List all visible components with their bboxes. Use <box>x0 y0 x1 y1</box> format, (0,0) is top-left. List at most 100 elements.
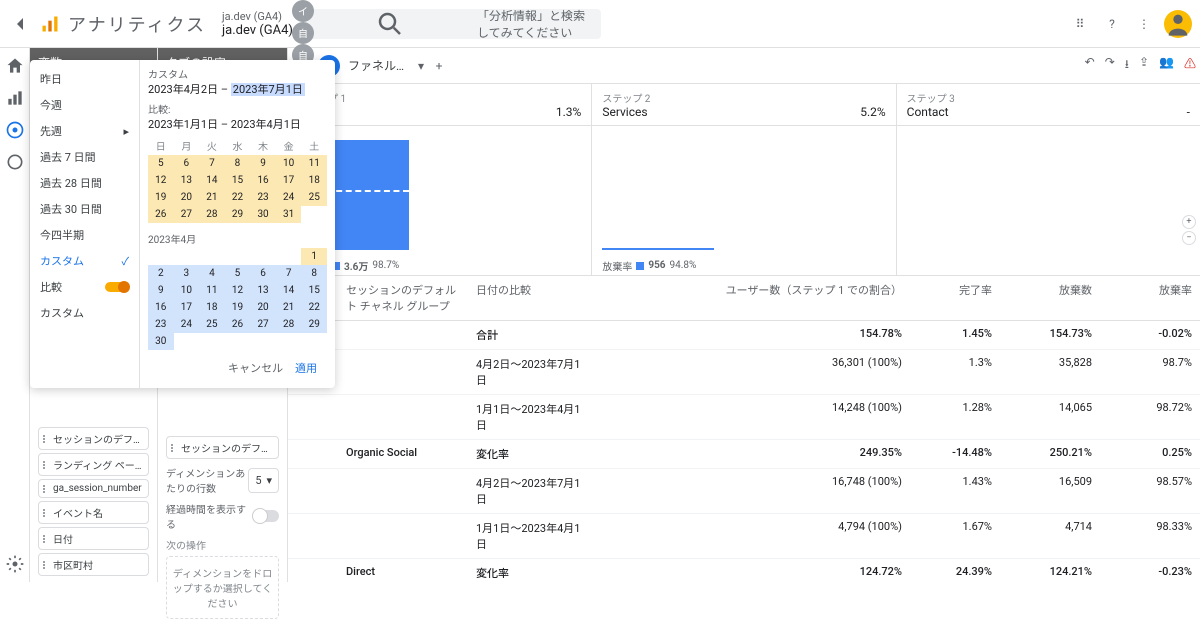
calendar-day[interactable]: 30 <box>148 333 174 350</box>
calendar-day[interactable]: 15 <box>301 282 327 299</box>
calendar-day[interactable]: 27 <box>174 206 200 223</box>
search-input[interactable]: 「分析情報」と検索してみてください <box>301 9 601 39</box>
elapsed-toggle[interactable] <box>254 510 279 522</box>
audience-icon[interactable]: 👥 <box>1159 55 1174 76</box>
calendar-day[interactable]: 11 <box>301 155 327 172</box>
calendar-day[interactable]: 8 <box>301 265 327 282</box>
share-icon[interactable]: ⇪ <box>1139 55 1149 76</box>
calendar-day[interactable]: 5 <box>148 155 174 172</box>
calendar-day[interactable]: 13 <box>250 282 276 299</box>
calendar-day[interactable]: 6 <box>250 265 276 282</box>
calendar-day[interactable]: 20 <box>250 299 276 316</box>
date-preset[interactable]: カスタム <box>30 300 139 326</box>
calendar-day[interactable]: 8 <box>225 155 251 172</box>
avatar[interactable] <box>1164 10 1192 38</box>
calendar-day[interactable]: 9 <box>148 282 174 299</box>
segment-chip[interactable]: セッションのデフ… <box>166 436 279 459</box>
dimension-chip[interactable]: ランディング ペー… <box>38 453 149 476</box>
date-preset[interactable]: 先週▸ <box>30 118 139 144</box>
apply-button[interactable]: 適用 <box>295 360 317 376</box>
calendar-day[interactable]: 6 <box>174 155 200 172</box>
calendar-day[interactable]: 28 <box>199 206 225 223</box>
dimension-chip[interactable]: 市区町村 <box>38 553 149 576</box>
dimension-chip[interactable]: ga_session_number <box>38 479 149 498</box>
calendar-day[interactable]: 14 <box>276 282 302 299</box>
calendar-day[interactable]: 20 <box>174 189 200 206</box>
calendar-day[interactable]: 2 <box>148 265 174 282</box>
calendar-day[interactable]: 26 <box>225 316 251 333</box>
calendar-day[interactable]: 28 <box>276 316 302 333</box>
calendar-day[interactable]: 5 <box>225 265 251 282</box>
more-icon[interactable]: ⋮ <box>1132 12 1156 36</box>
property-selector[interactable]: ja.dev (GA4) ja.dev (GA4) <box>222 10 293 38</box>
calendar-day[interactable]: 24 <box>174 316 200 333</box>
calendar-day[interactable]: 15 <box>225 172 251 189</box>
calendar-day[interactable]: 1 <box>301 248 327 265</box>
calendar-day[interactable]: 21 <box>276 299 302 316</box>
calendar-day[interactable]: 9 <box>250 155 276 172</box>
dimension-chip[interactable]: 日付 <box>38 527 149 550</box>
calendar-day[interactable]: 7 <box>199 155 225 172</box>
date-preset[interactable]: カスタム✓ <box>30 248 139 274</box>
date-preset[interactable]: 過去 30 日間 <box>30 196 139 222</box>
calendar-day[interactable]: 19 <box>225 299 251 316</box>
calendar-day[interactable]: 22 <box>225 189 251 206</box>
redo-icon[interactable]: ↷ <box>1105 55 1115 76</box>
calendar-day[interactable]: 16 <box>148 299 174 316</box>
apps-icon[interactable]: ⠿ <box>1068 12 1092 36</box>
tab-button[interactable]: イ <box>292 0 314 22</box>
calendar-day[interactable]: 10 <box>276 155 302 172</box>
dimension-chip[interactable]: セッションのデフ… <box>38 427 149 450</box>
calendar-day[interactable]: 16 <box>250 172 276 189</box>
calendar-day[interactable]: 13 <box>174 172 200 189</box>
calendar-day[interactable]: 18 <box>199 299 225 316</box>
calendar-day[interactable]: 31 <box>276 206 302 223</box>
calendar-day[interactable]: 7 <box>276 265 302 282</box>
download-icon[interactable]: ⭳ <box>1125 55 1129 76</box>
add-tab-button[interactable]: + <box>428 55 450 77</box>
calendar-day[interactable]: 26 <box>148 206 174 223</box>
date-preset[interactable]: 過去 28 日間 <box>30 170 139 196</box>
calendar-day[interactable]: 14 <box>199 172 225 189</box>
calendar-day[interactable]: 12 <box>225 282 251 299</box>
calendar-day[interactable]: 10 <box>174 282 200 299</box>
nav-explore-icon[interactable] <box>5 120 25 140</box>
calendar-day[interactable]: 11 <box>199 282 225 299</box>
back-icon[interactable] <box>8 12 32 36</box>
cancel-button[interactable]: キャンセル <box>228 360 283 376</box>
calendar-day[interactable]: 3 <box>174 265 200 282</box>
date-preset[interactable]: 今四半期 <box>30 222 139 248</box>
calendar-day[interactable]: 25 <box>301 189 327 206</box>
nav-reports-icon[interactable] <box>5 88 25 108</box>
compare-toggle[interactable]: 比較 <box>30 274 139 300</box>
calendar-day[interactable]: 24 <box>276 189 302 206</box>
zoom-out-icon[interactable]: − <box>1182 231 1196 245</box>
nav-home-icon[interactable] <box>5 56 25 76</box>
calendar-day[interactable]: 17 <box>276 172 302 189</box>
calendar-day[interactable]: 25 <box>199 316 225 333</box>
calendar-day[interactable]: 18 <box>301 172 327 189</box>
warning-icon[interactable]: ⚠ <box>1184 55 1196 76</box>
dimension-chip[interactable]: イベント名 <box>38 501 149 524</box>
date-preset[interactable]: 今週 <box>30 92 139 118</box>
help-icon[interactable]: ? <box>1100 12 1124 36</box>
tab-menu-icon[interactable]: ▾ <box>418 59 424 73</box>
calendar-day[interactable]: 30 <box>250 206 276 223</box>
calendar-day[interactable]: 23 <box>148 316 174 333</box>
calendar-day[interactable]: 4 <box>199 265 225 282</box>
dimension-dropzone[interactable]: ディメンションをドロップするか選択してください <box>166 556 279 619</box>
tab-button[interactable]: 自 <box>292 22 314 44</box>
nav-ads-icon[interactable] <box>5 152 25 172</box>
calendar-day[interactable]: 29 <box>301 316 327 333</box>
date-preset[interactable]: 過去 7 日間 <box>30 144 139 170</box>
calendar-day[interactable]: 21 <box>199 189 225 206</box>
calendar-day[interactable]: 23 <box>250 189 276 206</box>
calendar-day[interactable]: 27 <box>250 316 276 333</box>
undo-icon[interactable]: ↶ <box>1085 55 1095 76</box>
zoom-in-icon[interactable]: + <box>1182 215 1196 229</box>
calendar-day[interactable]: 12 <box>148 172 174 189</box>
date-preset[interactable]: 昨日 <box>30 66 139 92</box>
nav-admin-icon[interactable] <box>5 554 25 574</box>
rows-select[interactable]: 5▾ <box>248 468 279 493</box>
calendar-day[interactable]: 19 <box>148 189 174 206</box>
